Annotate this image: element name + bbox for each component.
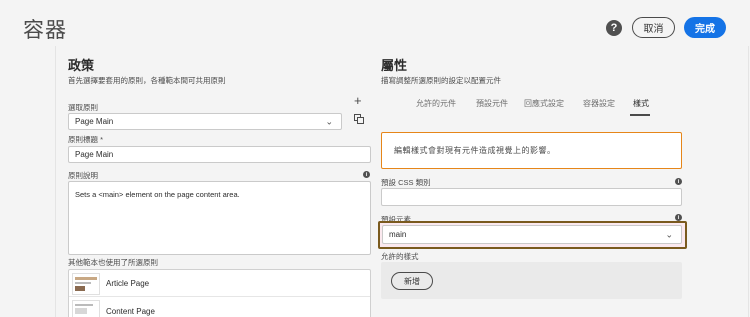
done-button[interactable]: 完成 bbox=[684, 17, 726, 38]
active-tab-indicator bbox=[630, 114, 650, 116]
default-css-input[interactable] bbox=[381, 188, 682, 206]
notice-text: 編輯樣式會對現有元件造成視覺上的影響。 bbox=[394, 146, 556, 155]
page-thumbnail bbox=[72, 273, 100, 295]
tab-default-components[interactable]: 預設元件 bbox=[476, 98, 508, 109]
properties-title: 屬性 bbox=[381, 58, 408, 73]
list-item-label: Article Page bbox=[106, 279, 150, 288]
default-css-label: 預設 CSS 類別 bbox=[381, 178, 431, 187]
info-icon[interactable]: i bbox=[363, 171, 370, 178]
page-thumbnail bbox=[72, 300, 100, 317]
chevron-down-icon: ⌄ bbox=[665, 229, 673, 239]
add-style-button[interactable]: 新增 bbox=[391, 272, 433, 290]
page-title: 容器 bbox=[23, 19, 67, 42]
policy-title-value: Page Main bbox=[75, 150, 114, 159]
used-by-label: 其他範本也使用了所選原則 bbox=[68, 258, 158, 267]
policy-desc-label: 原則說明 bbox=[68, 171, 98, 180]
tab-responsive-settings[interactable]: 回應式設定 bbox=[524, 98, 564, 109]
policy-select[interactable]: Page Main ⌄ bbox=[68, 113, 342, 130]
list-item[interactable]: Article Page bbox=[69, 270, 370, 297]
policy-description: 首先選擇要套用的原則，各種範本間可共用原則 bbox=[68, 76, 226, 85]
style-warning-notice: 編輯樣式會對現有元件造成視覺上的影響。 bbox=[381, 132, 682, 169]
policy-title-field[interactable]: Page Main bbox=[68, 146, 371, 163]
default-element-value: main bbox=[389, 230, 407, 239]
used-by-list: Article Page Content Page bbox=[68, 269, 371, 317]
tab-styles[interactable]: 樣式 bbox=[633, 98, 649, 109]
list-item-label: Content Page bbox=[106, 307, 155, 316]
list-item[interactable]: Content Page bbox=[69, 297, 370, 317]
policy-title: 政策 bbox=[68, 58, 95, 73]
info-icon[interactable]: i bbox=[675, 178, 682, 185]
info-icon[interactable]: i bbox=[675, 214, 682, 221]
policy-title-label: 原則標題 * bbox=[68, 135, 104, 144]
add-policy-icon[interactable]: + bbox=[354, 93, 362, 108]
default-element-select[interactable]: main ⌄ bbox=[382, 225, 682, 244]
tab-allowed-components[interactable]: 允許的元件 bbox=[416, 98, 456, 109]
policy-select-value: Page Main bbox=[75, 117, 114, 126]
help-icon[interactable]: ? bbox=[606, 20, 622, 36]
tab-container-settings[interactable]: 容器設定 bbox=[583, 98, 615, 109]
allowed-styles-label: 允許的樣式 bbox=[381, 252, 419, 261]
select-policy-label: 選取原則 bbox=[68, 103, 98, 112]
properties-description: 描寫調整所選原則的設定以配置元件 bbox=[381, 76, 501, 85]
policy-desc-textarea[interactable]: Sets a <main> element on the page conten… bbox=[68, 181, 371, 255]
policy-desc-value: Sets a <main> element on the page conten… bbox=[75, 190, 240, 199]
duplicate-policy-icon[interactable] bbox=[354, 114, 364, 124]
chevron-down-icon: ⌄ bbox=[325, 116, 333, 126]
cancel-button[interactable]: 取消 bbox=[632, 17, 675, 38]
